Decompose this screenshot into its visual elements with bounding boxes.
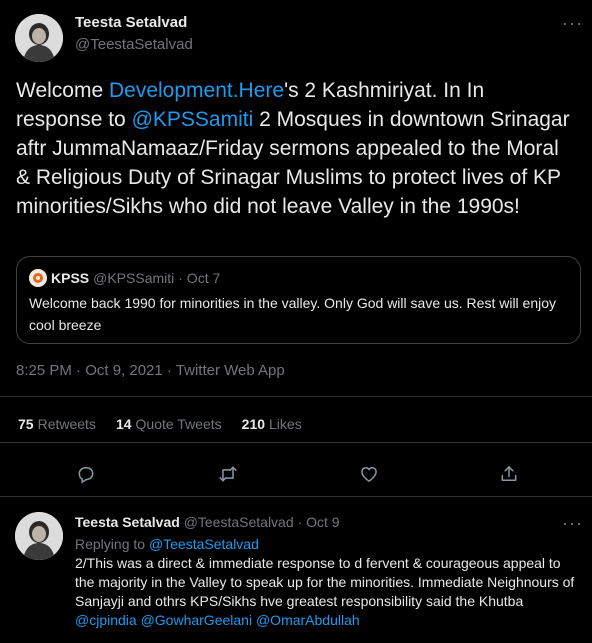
quote-tweets-count: 14 bbox=[115, 416, 132, 432]
reply-icon bbox=[78, 467, 94, 484]
retweet-icon bbox=[219, 466, 237, 482]
quoted-tweet-date: · Oct 7 bbox=[178, 270, 221, 286]
divider bbox=[0, 396, 592, 397]
quote-tweets-label: Quote Tweets bbox=[135, 416, 222, 432]
retweet-button[interactable] bbox=[210, 456, 246, 492]
author-avatar[interactable] bbox=[15, 14, 63, 62]
like-button[interactable] bbox=[351, 456, 387, 492]
tweet-text: Welcome Development.Here's 2 Kashmiriyat… bbox=[16, 76, 576, 221]
replying-to-mention[interactable]: @TeestaSetalvad bbox=[149, 536, 259, 552]
likes-label: Likes bbox=[269, 416, 302, 432]
reply-tweet-text: 2/This was a direct & immediate response… bbox=[75, 554, 575, 630]
reply-author-handle[interactable]: @TeestaSetalvad bbox=[184, 514, 294, 530]
reply-tweet-date[interactable]: · Oct 9 bbox=[298, 514, 340, 530]
reply-author-name[interactable]: Teesta Setalvad bbox=[75, 514, 180, 530]
tweet-actions bbox=[0, 456, 592, 492]
divider bbox=[0, 496, 592, 497]
author-name[interactable]: Teesta Setalvad bbox=[75, 14, 187, 31]
quoted-author-avatar bbox=[29, 269, 47, 287]
tweet-text-part1: Welcome bbox=[16, 79, 109, 102]
share-icon bbox=[501, 466, 517, 481]
retweets-count: 75 bbox=[18, 416, 34, 432]
share-button[interactable] bbox=[491, 456, 527, 492]
replying-to-label: Replying to bbox=[75, 536, 149, 552]
retweets-label: Retweets bbox=[37, 416, 96, 432]
mention-cjpindia[interactable]: @cjpindia bbox=[75, 612, 137, 628]
reply-tweet-header: Teesta Setalvad @TeestaSetalvad · Oct 9 bbox=[75, 514, 340, 530]
more-options-icon[interactable]: ··· bbox=[562, 14, 583, 32]
quote-tweets-stat[interactable]: 14 Quote Tweets bbox=[116, 416, 222, 432]
author-handle[interactable]: @TeestaSetalvad bbox=[75, 36, 193, 53]
replying-to: Replying to @TeestaSetalvad bbox=[75, 536, 259, 552]
quoted-author-name: KPSS bbox=[51, 270, 90, 286]
avatar-image bbox=[15, 14, 63, 62]
reply-button[interactable] bbox=[68, 456, 104, 492]
mention-kpssamiti[interactable]: @KPSSamiti bbox=[132, 108, 254, 131]
mention-gowhargeelani[interactable]: @GowharGeelani bbox=[141, 612, 253, 628]
avatar-image bbox=[15, 512, 63, 560]
quoted-avatar-image bbox=[29, 269, 47, 287]
quoted-tweet[interactable]: KPSS @KPSSamiti · Oct 7 Welcome back 199… bbox=[16, 256, 581, 344]
retweets-stat[interactable]: 75 Retweets bbox=[18, 416, 96, 432]
reply-tweet-body: 2/This was a direct & immediate response… bbox=[75, 555, 575, 609]
quoted-tweet-header: KPSS @KPSSamiti · Oct 7 bbox=[29, 269, 220, 287]
quoted-tweet-text: Welcome back 1990 for minorities in the … bbox=[29, 295, 557, 333]
reply-author-avatar[interactable] bbox=[15, 512, 63, 560]
link-development-here[interactable]: Development.Here bbox=[109, 79, 284, 102]
tweet-stats: 75 Retweets 14 Quote Tweets 210 Likes bbox=[18, 416, 302, 432]
reply-more-options-icon[interactable]: ··· bbox=[562, 514, 583, 532]
mention-omarabdullah[interactable]: @OmarAbdullah bbox=[256, 612, 360, 628]
tweet-timestamp[interactable]: 8:25 PM · Oct 9, 2021 · Twitter Web App bbox=[16, 362, 285, 379]
quoted-author-handle: @KPSSamiti bbox=[93, 270, 175, 286]
likes-count: 210 bbox=[241, 416, 266, 432]
like-icon bbox=[361, 467, 377, 482]
divider bbox=[0, 442, 592, 443]
likes-stat[interactable]: 210 Likes bbox=[242, 416, 302, 432]
